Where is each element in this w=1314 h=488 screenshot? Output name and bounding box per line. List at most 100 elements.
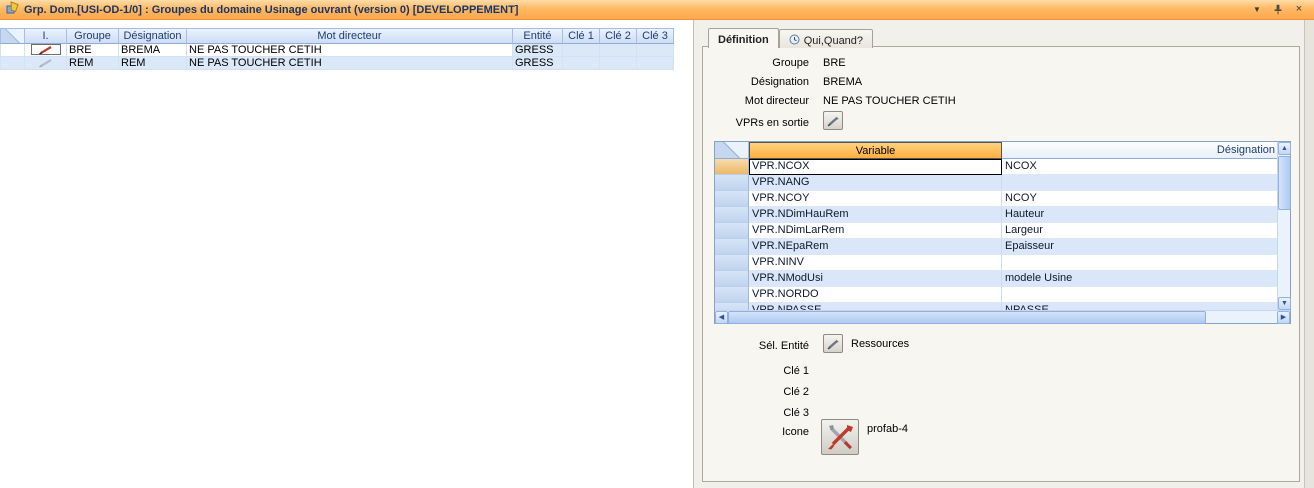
vpr-row[interactable]: VPR.NEpaRem Epaisseur xyxy=(715,239,1277,255)
tab-qui-quand[interactable]: Qui,Quand? xyxy=(779,29,873,48)
mot-directeur-label: Mot directeur xyxy=(703,95,809,107)
vpr-cell-designation[interactable]: modele Usine xyxy=(1002,271,1277,287)
column-header-cle2[interactable]: Clé 2 xyxy=(600,28,637,44)
column-header-mot-directeur[interactable]: Mot directeur xyxy=(187,28,513,44)
scroll-up-icon[interactable]: ▲ xyxy=(1278,142,1291,155)
vpr-row-selector[interactable] xyxy=(715,223,749,239)
vpr-row[interactable]: VPR.NPASSE NPASSE xyxy=(715,303,1277,310)
column-header-cle1[interactable]: Clé 1 xyxy=(563,28,600,44)
vpr-row-selector[interactable] xyxy=(715,239,749,255)
cell-groupe[interactable]: BRE xyxy=(67,44,119,57)
vpr-row-selector[interactable] xyxy=(715,303,749,310)
vpr-cell-designation[interactable] xyxy=(1002,255,1277,271)
vpr-cell-designation[interactable]: Largeur xyxy=(1002,223,1277,239)
vpr-cell-variable[interactable]: VPR.NANG xyxy=(749,175,1002,191)
vprs-picker-button[interactable] xyxy=(823,111,843,130)
cle3-label: Clé 3 xyxy=(703,407,809,419)
cell-entite[interactable]: GRESS xyxy=(513,44,563,57)
vpr-row[interactable]: VPR.NDimLarRem Largeur xyxy=(715,223,1277,239)
column-header-i[interactable]: I. xyxy=(25,28,67,44)
vpr-cell-designation[interactable]: NCOY xyxy=(1002,191,1277,207)
vpr-cell-designation[interactable]: Hauteur xyxy=(1002,207,1277,223)
vpr-cell-variable[interactable]: VPR.NDimHauRem xyxy=(749,207,1002,223)
vpr-cell-variable[interactable]: VPR.NCOY xyxy=(749,191,1002,207)
cell-cle2[interactable] xyxy=(600,44,637,57)
red-pencil-icon xyxy=(38,45,54,55)
column-header-cle3[interactable]: Clé 3 xyxy=(637,28,674,44)
tab-strip: Définition Qui,Quand? xyxy=(708,28,873,48)
cell-cle3[interactable] xyxy=(637,44,674,57)
vpr-row[interactable]: VPR.NDimHauRem Hauteur xyxy=(715,207,1277,223)
row-icon-cell[interactable] xyxy=(25,44,67,57)
vpr-cell-variable[interactable]: VPR.NDimLarRem xyxy=(749,223,1002,239)
vpr-cell-designation[interactable]: Epaisseur xyxy=(1002,239,1277,255)
cell-cle2[interactable] xyxy=(600,57,637,70)
vpr-row-selector-current[interactable] xyxy=(715,159,749,175)
sel-entite-picker-button[interactable] xyxy=(823,334,843,353)
vpr-cell-designation[interactable]: NPASSE xyxy=(1002,303,1277,310)
row-selector-cell[interactable] xyxy=(0,44,25,57)
vpr-cell-variable[interactable]: VPR.NPASSE xyxy=(749,303,1002,310)
horizontal-scrollbar-track[interactable] xyxy=(1206,311,1277,323)
vertical-scrollbar-thumb[interactable] xyxy=(1278,156,1291,210)
vpr-row-selector[interactable] xyxy=(715,255,749,271)
cell-mot-directeur[interactable]: NE PAS TOUCHER CETIH xyxy=(187,44,513,57)
cell-groupe[interactable]: REM xyxy=(67,57,119,70)
grid-row-rem[interactable]: REM REM NE PAS TOUCHER CETIH GRESS xyxy=(0,57,693,70)
tab-definition[interactable]: Définition xyxy=(708,28,779,48)
column-header-designation[interactable]: Désignation xyxy=(119,28,187,44)
vpr-cell-variable[interactable]: VPR.NEpaRem xyxy=(749,239,1002,255)
vpr-row-selector[interactable] xyxy=(715,271,749,287)
vpr-row[interactable]: VPR.NCOX NCOX xyxy=(715,159,1277,175)
mot-directeur-value: NE PAS TOUCHER CETIH xyxy=(823,95,956,107)
grid-row-bre[interactable]: BRE BREMA NE PAS TOUCHER CETIH GRESS xyxy=(0,44,693,57)
window-title: Grp. Dom.[USI-OD-1/0] : Groupes du domai… xyxy=(24,4,518,16)
scroll-down-icon[interactable]: ▼ xyxy=(1278,297,1291,310)
vpr-row-selector[interactable] xyxy=(715,175,749,191)
vpr-cell-designation[interactable] xyxy=(1002,287,1277,303)
vpr-row[interactable]: VPR.NORDO xyxy=(715,287,1277,303)
definition-panel: Groupe BRE Désignation BREMA Mot directe… xyxy=(702,46,1300,482)
vpr-row[interactable]: VPR.NANG xyxy=(715,175,1277,191)
vpr-column-header-designation[interactable]: Désignation xyxy=(1002,142,1277,159)
row-selector-cell[interactable] xyxy=(0,57,25,70)
vpr-cell-variable[interactable]: VPR.NINV xyxy=(749,255,1002,271)
horizontal-scrollbar[interactable]: ◀ ▶ xyxy=(715,310,1290,323)
cell-cle3[interactable] xyxy=(637,57,674,70)
scroll-left-icon[interactable]: ◀ xyxy=(715,311,728,324)
vpr-row[interactable]: VPR.NCOY NCOY xyxy=(715,191,1277,207)
grid-corner-selector[interactable] xyxy=(0,28,25,44)
column-header-entite[interactable]: Entité xyxy=(513,28,563,44)
vertical-scrollbar[interactable]: ▲ ▼ xyxy=(1277,142,1290,310)
vpr-row-selector[interactable] xyxy=(715,287,749,303)
cell-cle1[interactable] xyxy=(563,57,600,70)
column-header-groupe[interactable]: Groupe xyxy=(67,28,119,44)
cell-cle1[interactable] xyxy=(563,44,600,57)
window-menu-chevron-down-icon[interactable]: ▼ xyxy=(1250,3,1264,17)
cell-designation[interactable]: BREMA xyxy=(119,44,187,57)
vpr-row-selector[interactable] xyxy=(715,191,749,207)
cell-entite[interactable]: GRESS xyxy=(513,57,563,70)
vpr-cell-designation[interactable]: NCOX xyxy=(1002,159,1277,175)
icone-label: Icone xyxy=(703,426,809,438)
horizontal-scrollbar-thumb[interactable] xyxy=(728,311,1206,324)
designation-label: Désignation xyxy=(703,76,809,88)
detail-pane: Définition Qui,Quand? Groupe BRE Désigna… xyxy=(700,20,1304,488)
vpr-row[interactable]: VPR.NINV xyxy=(715,255,1277,271)
scroll-right-icon[interactable]: ▶ xyxy=(1277,311,1290,324)
vpr-column-header-variable[interactable]: Variable xyxy=(749,142,1002,159)
cell-mot-directeur[interactable]: NE PAS TOUCHER CETIH xyxy=(187,57,513,70)
vpr-row-selector[interactable] xyxy=(715,207,749,223)
vpr-cell-designation[interactable] xyxy=(1002,175,1277,191)
pin-icon[interactable] xyxy=(1271,3,1285,17)
row-icon-cell[interactable] xyxy=(25,57,67,70)
vpr-corner-selector[interactable] xyxy=(715,142,749,159)
close-icon[interactable]: × xyxy=(1292,3,1306,17)
vpr-cell-variable[interactable]: VPR.NModUsi xyxy=(749,271,1002,287)
vpr-row[interactable]: VPR.NModUsi modele Usine xyxy=(715,271,1277,287)
cell-designation[interactable]: REM xyxy=(119,57,187,70)
vpr-cell-variable[interactable]: VPR.NORDO xyxy=(749,287,1002,303)
vpr-cell-variable-focused[interactable]: VPR.NCOX xyxy=(749,159,1002,175)
tab-qui-quand-label: Qui,Quand? xyxy=(804,35,863,47)
icone-picker-button[interactable] xyxy=(821,419,859,455)
